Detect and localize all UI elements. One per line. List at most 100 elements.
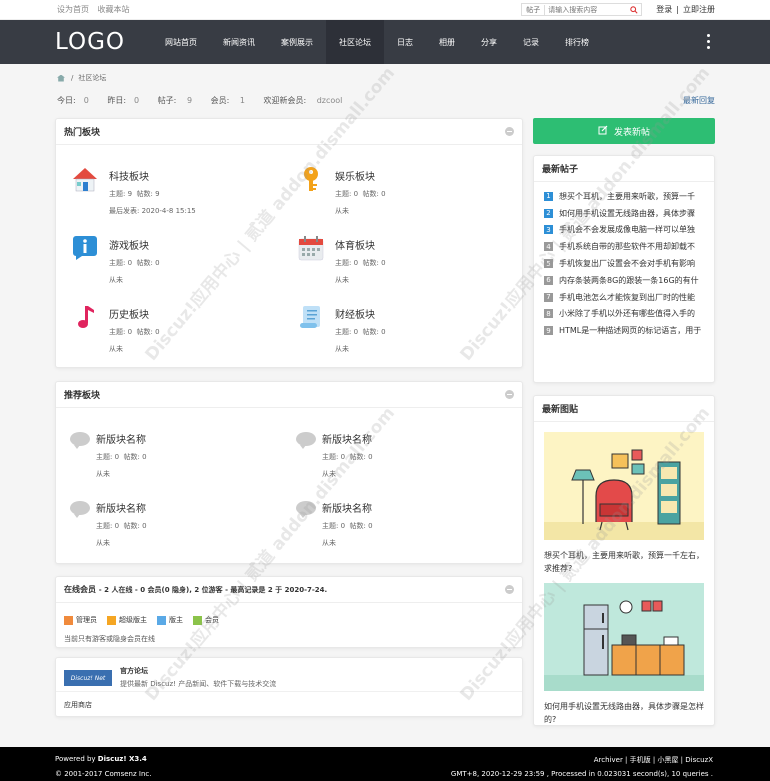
forum-item[interactable]: 娱乐板块 主题: 0 帖数: 0 从未 (298, 166, 386, 216)
list-item[interactable]: 2 如何用手机设置无线路由器，具体步骤 (544, 205, 704, 222)
post-title[interactable]: 手机系统自带的那些软件不用却卸载不 (559, 241, 695, 252)
new-post-button[interactable]: 发表新帖 (533, 118, 715, 144)
forum-name[interactable]: 新版块名称 (96, 500, 147, 515)
nav-item-album[interactable]: 相册 (426, 20, 468, 64)
forum-name[interactable]: 新版块名称 (322, 431, 373, 446)
nav-item-doing[interactable]: 记录 (510, 20, 552, 64)
forum-last-post[interactable]: 最后发表: 2020-4-8 15:15 (109, 206, 196, 216)
search-type-select[interactable]: 帖子 (522, 4, 546, 15)
collapse-icon[interactable] (505, 390, 514, 399)
legend-member: 会员 (193, 615, 219, 625)
site-logo[interactable]: LOGO (55, 29, 155, 55)
latest-posts-panel: 最新帖子 1 想买个耳机，主要用来听歌，预算一千 2 如何用手机设置无线路由器，具体… (533, 155, 715, 383)
list-item[interactable]: 9 HTML是一种描述网页的标记语言，用于 (544, 322, 704, 339)
footer: Powered by Discuz! X3.4 Archiver | 手机版 |… (0, 747, 770, 781)
online-summary: - 2 人在线 - 0 会员(0 隐身), 2 位游客 - 最高记录是 2 于 … (98, 586, 328, 594)
nav-item-share[interactable]: 分享 (468, 20, 510, 64)
kitchen-illustration[interactable] (544, 583, 704, 691)
home-icon[interactable] (57, 74, 65, 82)
app-store-link[interactable]: 应用商店 (64, 700, 522, 710)
members-label: 会员: (210, 96, 230, 105)
search-icon[interactable] (627, 5, 641, 14)
latest-reply-link[interactable]: 最新回复 (683, 95, 715, 106)
search-input[interactable] (545, 4, 628, 15)
forum-posts: 帖数: 0 (362, 190, 386, 198)
footer-links[interactable]: Archiver | 手机版 | 小黑屋 | DiscuzX (594, 755, 713, 765)
online-members-title[interactable]: 在线会员 (64, 585, 96, 594)
breadcrumb-current[interactable]: 社区论坛 (78, 73, 106, 83)
discuz-logo[interactable]: Discuz! Net (64, 670, 112, 686)
powered-by-link[interactable]: Discuz! X3.4 (98, 755, 147, 763)
forum-name[interactable]: 历史板块 (109, 306, 160, 321)
forum-name[interactable]: 新版块名称 (96, 431, 147, 446)
latest-pictures-title: 最新图贴 (542, 405, 579, 415)
forum-item[interactable]: 财经板块 主题: 0 帖数: 0 从未 (298, 304, 386, 354)
post-title[interactable]: 手机电池怎么才能恢复到出厂时的性能 (559, 292, 695, 303)
forum-topics: 主题: 0 (96, 453, 120, 461)
hot-forums-title: 热门板块 (64, 128, 101, 138)
post-title[interactable]: HTML是一种描述网页的标记语言，用于 (559, 325, 701, 336)
forum-name[interactable]: 体育板块 (335, 237, 386, 252)
nav-item-news[interactable]: 新闻资讯 (210, 20, 268, 64)
nav-item-cases[interactable]: 案例展示 (268, 20, 326, 64)
picture-caption[interactable]: 如何用手机设置无线路由器，具体步骤是怎样的? (544, 700, 704, 726)
post-title[interactable]: 如何用手机设置无线路由器，具体步骤 (559, 208, 695, 219)
picture-caption[interactable]: 想买个耳机，主要用来听歌，预算一千左右，求推荐? (544, 549, 704, 575)
list-item[interactable]: 4 手机系统自带的那些软件不用却卸载不 (544, 238, 704, 255)
nav-item-home[interactable]: 网站首页 (152, 20, 210, 64)
post-title[interactable]: 手机恢复出厂设置会不会对手机有影响 (559, 258, 695, 269)
forum-item[interactable]: 新版块名称 主题: 0 帖数: 0 从未 (68, 498, 147, 548)
scroll-icon (300, 306, 320, 328)
forum-name[interactable]: 新版块名称 (322, 500, 373, 515)
forum-item[interactable]: 新版块名称 主题: 0 帖数: 0 从未 (294, 429, 373, 479)
list-item[interactable]: 8 小米除了手机以外还有哪些值得入手的 (544, 306, 704, 323)
link-item[interactable]: Discuz! Net 官方论坛 提供最新 Discuz! 产品新闻、软件下载与… (56, 658, 522, 692)
posts-label: 帖子: (157, 96, 177, 105)
list-item[interactable]: 3 手机会不会发展成像电脑一样可以单独 (544, 222, 704, 239)
post-title[interactable]: 想买个耳机，主要用来听歌，预算一千 (559, 191, 695, 202)
list-item[interactable]: 6 内存条装两条8G的跟装一条16G的有什 (544, 272, 704, 289)
legend-super-mod: 超级版主 (107, 615, 147, 625)
forum-item[interactable]: 科技板块 主题: 9 帖数: 9 最后发表: 2020-4-8 15:15 (72, 166, 196, 216)
friend-links-panel: Discuz! Net 官方论坛 提供最新 Discuz! 产品新闻、软件下载与… (55, 657, 523, 717)
nav-item-ranklist[interactable]: 排行榜 (552, 20, 602, 64)
post-title[interactable]: 小米除了手机以外还有哪些值得入手的 (559, 308, 695, 319)
search-box: 帖子 (521, 3, 643, 16)
recommended-forums-header: 推荐板块 (56, 382, 522, 408)
forum-name[interactable]: 游戏板块 (109, 237, 160, 252)
list-item[interactable]: 5 手机恢复出厂设置会不会对手机有影响 (544, 255, 704, 272)
mod-icon (157, 615, 166, 625)
forum-item[interactable]: 新版块名称 主题: 0 帖数: 0 从未 (68, 429, 147, 479)
forum-name[interactable]: 财经板块 (335, 306, 386, 321)
collapse-icon[interactable] (505, 127, 514, 136)
nav-item-blog[interactable]: 日志 (384, 20, 426, 64)
forum-item[interactable]: 历史板块 主题: 0 帖数: 0 从未 (72, 304, 160, 354)
set-home-link[interactable]: 设为首页 (57, 5, 89, 14)
post-title[interactable]: 内存条装两条8G的跟装一条16G的有什 (559, 275, 699, 286)
forum-name[interactable]: 娱乐板块 (335, 168, 386, 183)
list-item[interactable]: 1 想买个耳机，主要用来听歌，预算一千 (544, 188, 704, 205)
rank-number: 5 (544, 259, 553, 269)
register-link[interactable]: 立即注册 (683, 4, 715, 15)
key-icon (304, 167, 318, 191)
new-member-link[interactable]: dzcool (317, 96, 343, 105)
nav-item-forum[interactable]: 社区论坛 (326, 20, 384, 64)
legend-admin: 管理员 (64, 615, 97, 625)
forum-item[interactable]: 体育板块 主题: 0 帖数: 0 从未 (298, 235, 386, 285)
forum-item[interactable]: 新版块名称 主题: 0 帖数: 0 从未 (294, 498, 373, 548)
post-title[interactable]: 手机会不会发展成像电脑一样可以单独 (559, 224, 695, 235)
forum-item[interactable]: 游戏板块 主题: 0 帖数: 0 从未 (72, 235, 160, 285)
list-item[interactable]: 7 手机电池怎么才能恢复到出厂时的性能 (544, 289, 704, 306)
forum-topics: 主题: 0 (109, 328, 133, 336)
forum-posts: 帖数: 0 (362, 259, 386, 267)
armchair-illustration[interactable] (544, 432, 704, 540)
member-icon (193, 615, 202, 625)
login-link[interactable]: 登录 (656, 4, 672, 15)
link-name[interactable]: 官方论坛 (120, 666, 276, 676)
forum-last-post: 从未 (96, 539, 110, 547)
legend-mod: 版主 (157, 615, 183, 625)
more-menu-icon[interactable] (707, 34, 710, 49)
forum-name[interactable]: 科技板块 (109, 168, 196, 183)
collapse-icon[interactable] (505, 585, 514, 594)
bookmark-link[interactable]: 收藏本站 (98, 5, 130, 14)
